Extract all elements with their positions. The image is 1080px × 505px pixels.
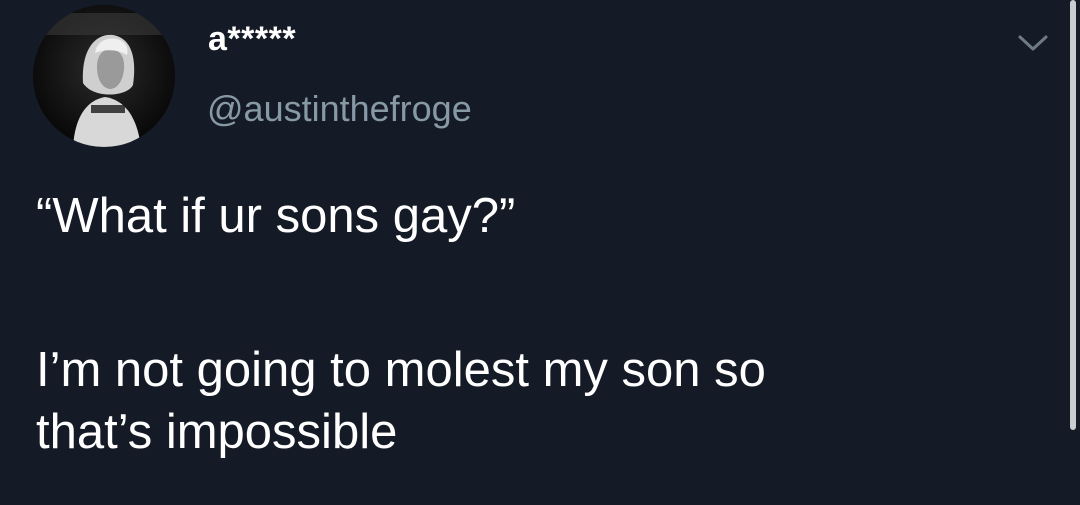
tweet-text: “What if ur sons gay?” I’m not going to … <box>36 185 1046 463</box>
tweet-card: a***** @austinthefroge “What if ur sons … <box>0 0 1080 505</box>
user-avatar-icon <box>33 5 175 147</box>
tweet-text-line: “What if ur sons gay?” <box>36 189 516 243</box>
scrollbar[interactable] <box>1070 0 1076 430</box>
user-handle[interactable]: @austinthefroge <box>207 88 472 130</box>
tweet-text-line: that’s impossible <box>36 405 398 459</box>
avatar[interactable] <box>33 5 175 147</box>
chevron-down-icon[interactable] <box>1016 32 1050 54</box>
tweet-text-line: I’m not going to molest my son so <box>36 343 766 397</box>
display-name[interactable]: a***** <box>208 20 296 59</box>
